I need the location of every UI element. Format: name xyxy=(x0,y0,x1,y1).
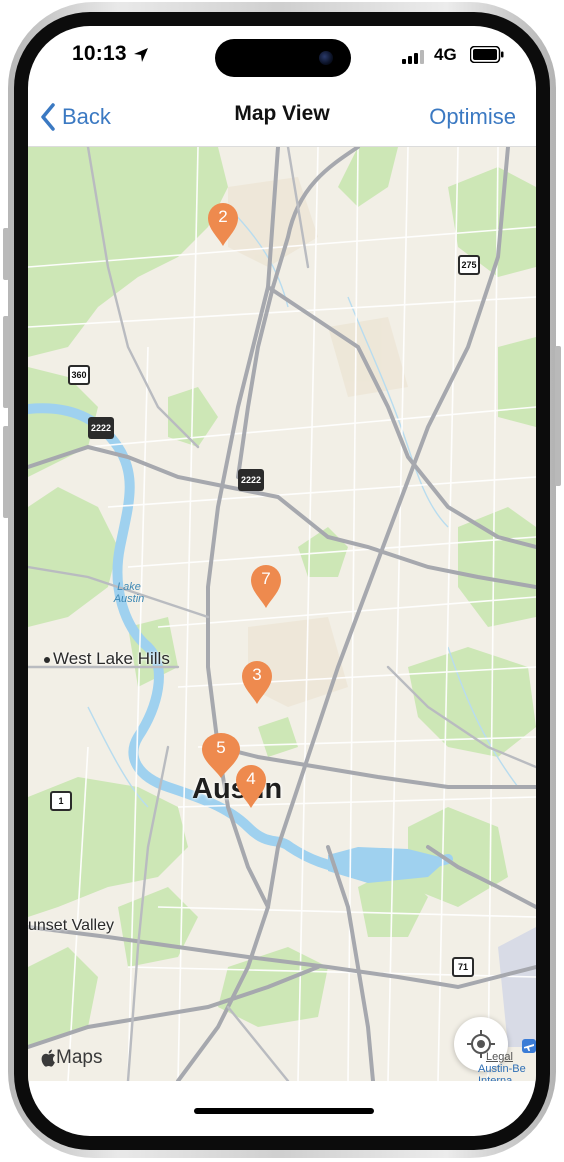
front-camera xyxy=(319,51,333,65)
battery-icon xyxy=(470,46,504,63)
apple-logo-icon xyxy=(41,1049,55,1067)
highway-shield-71: 71 xyxy=(452,957,474,977)
action-button xyxy=(3,228,9,280)
volume-up-button xyxy=(3,316,9,408)
power-button xyxy=(555,346,561,486)
highway-shield-360: 360 xyxy=(68,365,90,385)
status-time: 10:13 xyxy=(72,42,127,65)
highway-shield-275: 275 xyxy=(458,255,480,275)
phone-device: 10:13 4G Back Map View Optimise Lake Aus… xyxy=(0,0,564,1162)
home-indicator[interactable] xyxy=(194,1108,374,1114)
map-view[interactable]: Lake Austin West Lake Hills unset Valley… xyxy=(28,147,536,1081)
map-pin-label: 7 xyxy=(261,569,271,588)
map-pin-3[interactable]: 3 xyxy=(240,659,274,705)
navigation-bar: Back Map View Optimise xyxy=(28,88,536,147)
place-dot xyxy=(44,656,50,663)
lake-austin-label: Lake Austin xyxy=(113,581,145,605)
screen: 10:13 4G Back Map View Optimise Lake Aus… xyxy=(28,26,536,1136)
map-pin-label: 3 xyxy=(252,665,262,684)
dynamic-island xyxy=(215,39,351,77)
location-arrow-icon xyxy=(134,48,148,62)
highway-shield-1: 1 xyxy=(50,791,72,811)
airport-label: Austin-Be Interna xyxy=(478,1063,526,1081)
volume-down-button xyxy=(3,426,9,518)
highway-shield-2222-central: 2222 xyxy=(238,469,264,491)
west-lake-hills-label: West Lake Hills xyxy=(44,649,170,669)
map-pin-label: 5 xyxy=(216,738,226,757)
map-pin-2[interactable]: 2 xyxy=(206,201,240,247)
maps-attribution: Maps xyxy=(40,1047,102,1069)
west-lake-hills-text: West Lake Hills xyxy=(53,649,170,668)
sunset-valley-label: unset Valley xyxy=(28,917,114,934)
network-type: 4G xyxy=(434,45,457,64)
map-pin-4[interactable]: 4 xyxy=(234,763,268,809)
legal-link[interactable]: Legal xyxy=(486,1051,513,1063)
signal-bars-icon xyxy=(402,50,424,64)
airport-icon xyxy=(522,1039,536,1053)
map-pin-label: 4 xyxy=(246,769,256,788)
highway-shield-2222-west: 2222 xyxy=(88,417,114,439)
map-base-layer xyxy=(28,147,536,1081)
optimise-button[interactable]: Optimise xyxy=(429,104,516,130)
maps-attribution-text: Maps xyxy=(56,1047,103,1068)
map-pin-7[interactable]: 7 xyxy=(249,563,283,609)
map-pin-label: 2 xyxy=(218,207,228,226)
